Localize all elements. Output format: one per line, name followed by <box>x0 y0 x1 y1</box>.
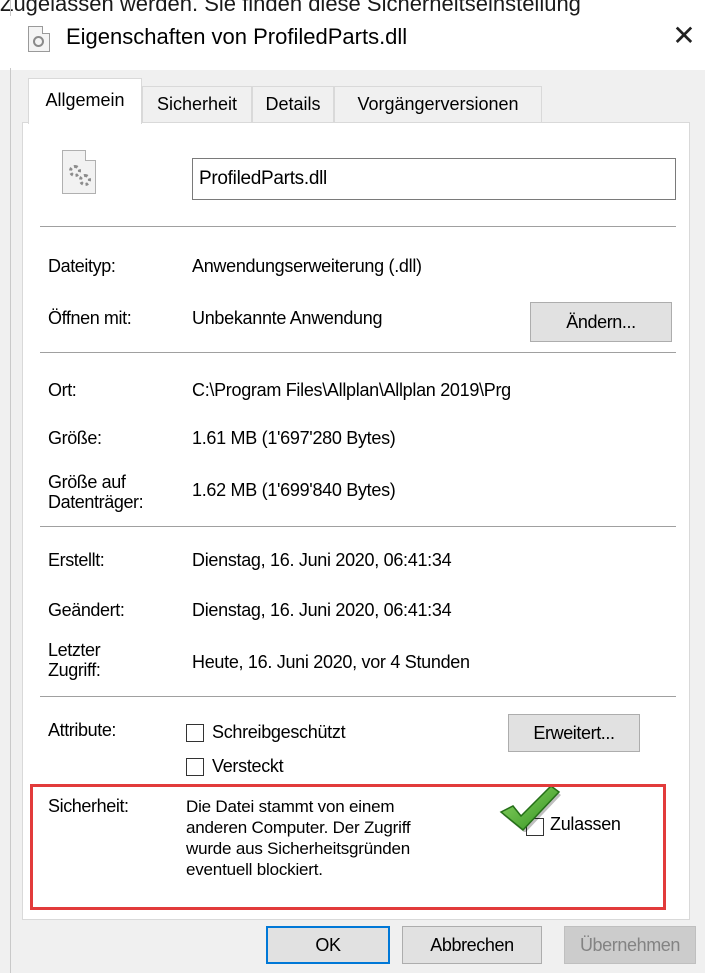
file-type-value: Anwendungserweiterung (.dll) <box>192 256 422 276</box>
separator <box>40 696 676 697</box>
separator <box>40 226 676 227</box>
size-label: Größe: <box>48 428 102 448</box>
file-name-input[interactable] <box>192 158 676 200</box>
location-value: C:\Program Files\Allplan\Allplan 2019\Pr… <box>192 380 511 400</box>
background-document-text: Zugelassen werden. Sie finden diese Sich… <box>0 0 581 16</box>
tab-sicherheit[interactable]: Sicherheit <box>142 86 252 122</box>
window-left-edge <box>10 0 11 973</box>
security-highlight-box <box>30 784 666 910</box>
readonly-checkbox[interactable] <box>186 724 204 742</box>
tab-allgemein[interactable]: Allgemein <box>28 78 142 124</box>
hidden-checkbox[interactable] <box>186 758 204 776</box>
hidden-label[interactable]: Versteckt <box>212 756 284 777</box>
advanced-button[interactable]: Erweitert... <box>508 714 640 752</box>
close-button[interactable]: ✕ <box>664 20 704 54</box>
created-label: Erstellt: <box>48 550 105 570</box>
readonly-label[interactable]: Schreibgeschützt <box>212 722 346 743</box>
size-on-disk-value: 1.62 MB (1'699'840 Bytes) <box>192 480 396 500</box>
tab-vorgaengerversionen[interactable]: Vorgängerversionen <box>334 86 542 122</box>
separator <box>40 526 676 527</box>
modified-label: Geändert: <box>48 600 125 620</box>
change-button[interactable]: Ändern... <box>530 302 672 342</box>
separator <box>40 352 676 353</box>
window-title: Eigenschaften von ProfiledParts.dll <box>66 24 408 49</box>
created-value: Dienstag, 16. Juni 2020, 06:41:34 <box>192 550 452 570</box>
file-type-label: Dateityp: <box>48 256 116 276</box>
location-label: Ort: <box>48 380 77 400</box>
opens-with-value: Unbekannte Anwendung <box>192 308 383 328</box>
modified-value: Dienstag, 16. Juni 2020, 06:41:34 <box>192 600 452 620</box>
dll-gear-icon <box>62 150 96 194</box>
cancel-button[interactable]: Abbrechen <box>402 926 542 964</box>
opens-with-label: Öffnen mit: <box>48 308 132 328</box>
attributes-label: Attribute: <box>48 720 117 740</box>
accessed-value: Heute, 16. Juni 2020, vor 4 Stunden <box>192 652 470 672</box>
tab-details[interactable]: Details <box>252 86 334 122</box>
size-value: 1.61 MB (1'697'280 Bytes) <box>192 428 396 448</box>
accessed-label: Letzter Zugriff: <box>48 640 101 680</box>
size-on-disk-label: Größe auf Datenträger: <box>48 472 144 512</box>
file-gear-icon <box>28 26 50 52</box>
apply-button[interactable]: Übernehmen <box>564 926 696 964</box>
ok-button[interactable]: OK <box>266 926 390 964</box>
